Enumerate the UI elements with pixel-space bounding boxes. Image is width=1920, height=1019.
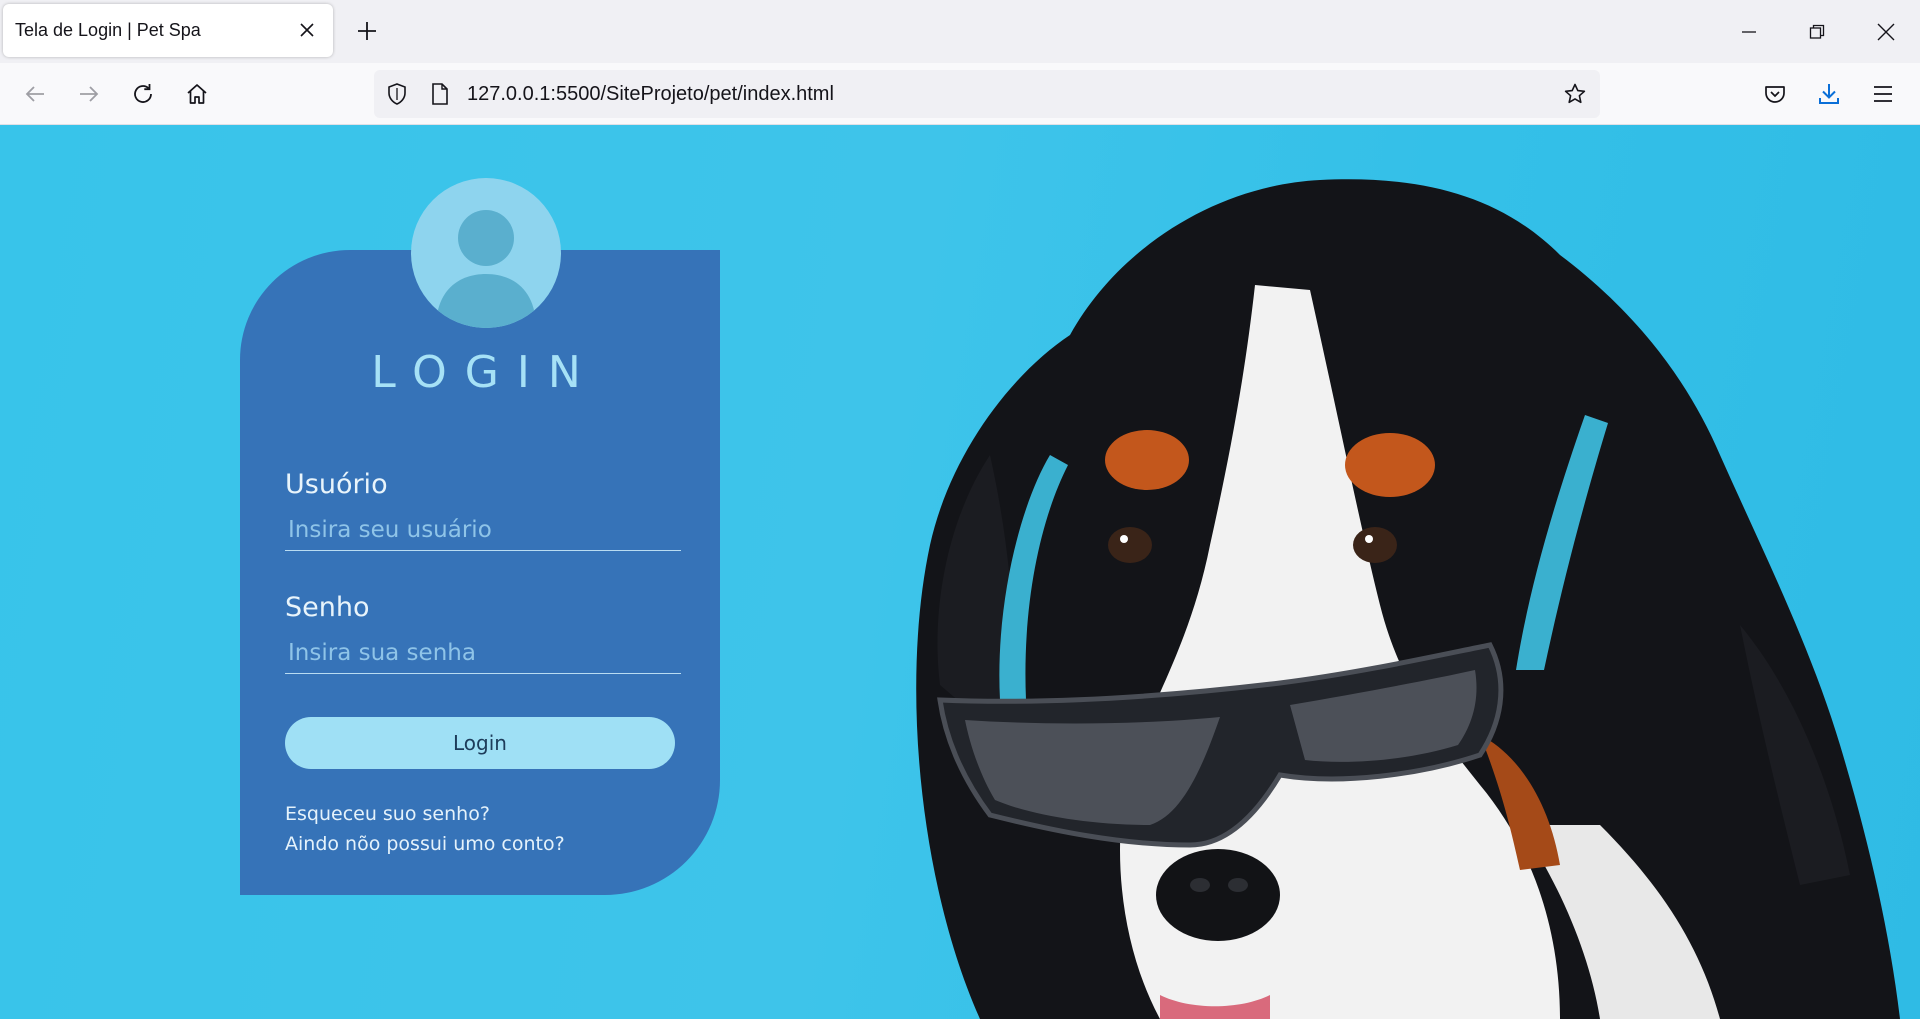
menu-icon[interactable]	[1865, 76, 1901, 112]
url-text[interactable]: 127.0.0.1:5500/SiteProjeto/pet/index.htm…	[467, 83, 834, 106]
dog-photo	[916, 179, 1900, 1019]
login-title: LOGIN	[371, 347, 599, 398]
reload-icon[interactable]	[125, 76, 161, 112]
page-viewport: LOGIN Usuório Senho Login Esqueceu suo s…	[0, 125, 1920, 1019]
username-input[interactable]	[285, 509, 681, 551]
password-label: Senho	[285, 592, 370, 623]
url-bar[interactable]: 127.0.0.1:5500/SiteProjeto/pet/index.htm…	[374, 70, 1600, 118]
close-window-icon[interactable]	[1866, 12, 1906, 52]
minimize-icon[interactable]	[1729, 12, 1769, 52]
download-icon[interactable]	[1811, 76, 1847, 112]
star-icon[interactable]	[1563, 82, 1587, 106]
user-avatar-icon	[411, 178, 561, 328]
plus-icon[interactable]	[352, 16, 382, 46]
signup-link[interactable]: Aindo nõo possui umo conto?	[285, 833, 565, 855]
user-label: Usuório	[285, 469, 388, 500]
browser-tab[interactable]: Tela de Login | Pet Spa	[3, 4, 333, 57]
password-input[interactable]	[285, 632, 681, 674]
tab-strip: Tela de Login | Pet Spa	[0, 0, 1920, 63]
tab-title: Tela de Login | Pet Spa	[15, 20, 201, 40]
forward-icon[interactable]	[71, 76, 107, 112]
pocket-icon[interactable]	[1757, 76, 1793, 112]
login-button[interactable]: Login	[285, 717, 675, 769]
forgot-password-link[interactable]: Esqueceu suo senho?	[285, 803, 490, 825]
restore-icon[interactable]	[1797, 12, 1837, 52]
navigation-bar: 127.0.0.1:5500/SiteProjeto/pet/index.htm…	[0, 63, 1920, 125]
home-icon[interactable]	[179, 76, 215, 112]
page-icon	[428, 82, 452, 106]
shield-icon[interactable]	[385, 82, 409, 106]
back-icon[interactable]	[17, 76, 53, 112]
close-icon[interactable]	[295, 18, 319, 42]
